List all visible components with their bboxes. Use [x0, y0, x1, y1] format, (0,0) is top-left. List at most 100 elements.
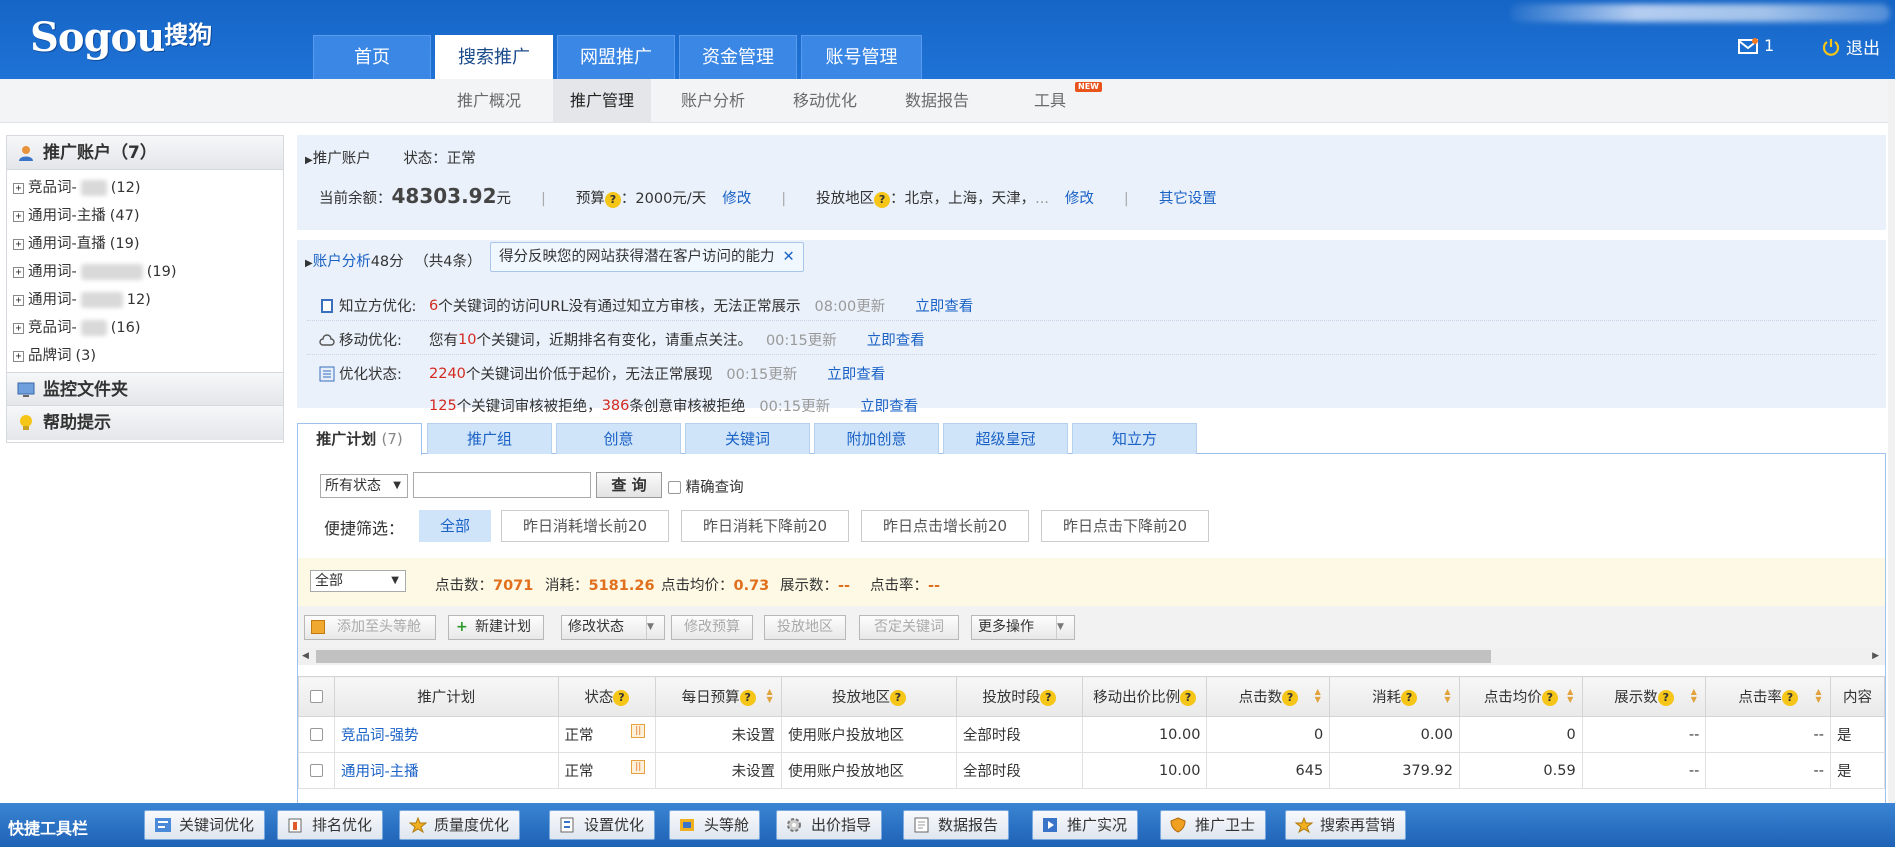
horizontal-scrollbar[interactable]: ◀ ▶ [298, 648, 1885, 665]
col-content[interactable]: 内容 [1830, 676, 1885, 717]
tree-item[interactable]: + 通用词- 12) [13, 286, 283, 314]
filter-click-decrease[interactable]: 昨日点击下降前20 [1041, 510, 1209, 542]
subnav-mobile[interactable]: 移动优化 [778, 79, 872, 122]
budget-modify-link[interactable]: 修改 [722, 187, 751, 208]
filter-cost-increase[interactable]: 昨日消耗增长前20 [501, 510, 669, 542]
promotion-guard-button[interactable]: 推广卫士 [1160, 810, 1267, 840]
col-mobile-ratio[interactable]: 移动出价比例? [1081, 676, 1208, 717]
tree-item[interactable]: + 竞品词- (16) [13, 314, 283, 342]
help-icon[interactable]: ? [739, 690, 756, 706]
negative-keywords-button[interactable]: 否定关键词 [859, 615, 959, 640]
new-plan-button[interactable]: + 新建计划 [448, 615, 544, 640]
scrollbar-thumb[interactable] [316, 650, 1491, 663]
view-now-link[interactable]: 立即查看 [915, 295, 973, 316]
help-icon[interactable]: ? [1541, 690, 1558, 706]
subnav-report[interactable]: 数据报告 [890, 79, 984, 122]
tree-item[interactable]: + 竞品词- (12) [13, 174, 283, 202]
settings-optimize-button[interactable]: 设置优化 [549, 810, 656, 840]
other-settings-link[interactable]: 其它设置 [1159, 187, 1217, 208]
col-ctr[interactable]: 点击率? ▲ ▼ [1705, 676, 1831, 717]
sogou-logo[interactable]: Sogou搜狗 [30, 14, 212, 61]
region-button[interactable]: 投放地区 [764, 615, 846, 640]
subnav-overview[interactable]: 推广概况 [442, 79, 536, 122]
help-icon[interactable]: ? [889, 690, 906, 706]
help-icon[interactable]: ? [1781, 690, 1798, 706]
row-select[interactable] [298, 752, 335, 789]
main-nav-home[interactable]: 首页 [313, 35, 431, 79]
col-cpc[interactable]: 点击均价? ▲ ▼ [1458, 676, 1583, 717]
query-button[interactable]: 查 询 [596, 472, 662, 498]
exact-query[interactable]: 精确查询 [668, 476, 744, 497]
keyword-optimize-button[interactable]: 关键词优化 [144, 810, 266, 840]
tab-creatives[interactable]: 创意 [556, 423, 681, 454]
expand-icon[interactable]: + [13, 266, 24, 278]
help-icon[interactable]: ? [874, 192, 891, 208]
remarketing-button[interactable]: 搜索再营销 [1285, 810, 1407, 840]
more-actions-dropdown[interactable]: 更多操作 ▼ [971, 615, 1075, 640]
tab-knowledge-cube[interactable]: 知立方 [1072, 423, 1197, 454]
pause-icon[interactable]: || [631, 760, 646, 774]
view-now-link[interactable]: 立即查看 [827, 363, 885, 384]
help-icon[interactable]: ? [1657, 690, 1674, 706]
filter-all[interactable]: 全部 [419, 510, 491, 542]
add-to-first-class-button[interactable]: 添加至头等舱 [304, 615, 436, 640]
modify-status-dropdown[interactable]: 修改状态 ▼ [561, 615, 665, 640]
row-checkbox[interactable] [309, 763, 323, 777]
sort-icon[interactable]: ▲ ▼ [1567, 688, 1574, 704]
main-nav-search-promotion[interactable]: 搜索推广 [435, 35, 553, 79]
help-icon[interactable]: ? [1401, 690, 1418, 706]
tree-item[interactable]: + 通用词-主播 (47) [13, 202, 283, 230]
filter-cost-decrease[interactable]: 昨日消耗下降前20 [681, 510, 849, 542]
col-region[interactable]: 投放地区? [781, 676, 957, 717]
help-icon[interactable]: ? [1040, 690, 1057, 706]
search-input[interactable] [413, 472, 591, 498]
col-clicks[interactable]: 点击数? ▲ ▼ [1206, 676, 1331, 717]
data-report-button[interactable]: 数据报告 [903, 810, 1010, 840]
sort-icon[interactable]: ▲ ▼ [1444, 688, 1451, 704]
rank-optimize-button[interactable]: 排名优化 [277, 810, 384, 840]
tree-item[interactable]: + 通用词- (19) [13, 258, 283, 286]
help-icon[interactable]: ? [604, 192, 621, 208]
subnav-management[interactable]: 推广管理 [553, 79, 651, 122]
account-tree-header[interactable]: 推广账户（7） [7, 136, 283, 170]
page-scrollbar[interactable] [1888, 79, 1895, 803]
tab-extensions[interactable]: 附加创意 [814, 423, 939, 454]
analysis-link[interactable]: 账户分析 [313, 254, 371, 270]
col-impressions[interactable]: 展示数? ▲ ▼ [1581, 676, 1707, 717]
main-nav-account[interactable]: 账号管理 [801, 35, 922, 79]
help-icon[interactable]: ? [1180, 690, 1197, 706]
tab-super-crown[interactable]: 超级皇冠 [943, 423, 1068, 454]
col-schedule[interactable]: 投放时段? [955, 676, 1083, 717]
tree-item[interactable]: + 品牌词 (3) [13, 342, 283, 370]
close-icon[interactable]: ✕ [783, 249, 795, 265]
row-select[interactable] [298, 716, 335, 753]
sort-icon[interactable]: ▲ ▼ [1815, 688, 1822, 704]
expand-icon[interactable]: + [13, 182, 24, 194]
view-now-link[interactable]: 立即查看 [860, 395, 918, 416]
col-status[interactable]: 状态? [557, 676, 657, 717]
col-daily-budget[interactable]: 每日预算? ▲ ▼ [655, 676, 783, 717]
status-select[interactable]: 所有状态 ▼ [320, 474, 408, 498]
monitor-folder-header[interactable]: 监控文件夹 [7, 372, 283, 406]
col-plan[interactable]: 推广计划 [333, 676, 559, 717]
sort-icon[interactable]: ▲ ▼ [1314, 688, 1321, 704]
tab-keywords[interactable]: 关键词 [685, 423, 810, 454]
main-nav-funds[interactable]: 资金管理 [679, 35, 797, 79]
tab-campaigns[interactable]: 推广计划 (7) [297, 423, 422, 455]
mail-button[interactable]: 1 [1738, 36, 1774, 55]
select-all-header[interactable] [298, 676, 335, 717]
subnav-analysis[interactable]: 账户分析 [666, 79, 760, 122]
col-cost[interactable]: 消耗? ▲ ▼ [1329, 676, 1460, 717]
first-class-button[interactable]: 头等舱 [669, 810, 761, 840]
select-all-checkbox[interactable] [309, 689, 323, 703]
subnav-tools[interactable]: 工具 NEW [1020, 79, 1102, 122]
help-icon[interactable]: ? [1282, 690, 1299, 706]
region-modify-link[interactable]: 修改 [1065, 187, 1094, 208]
help-icon[interactable]: ? [613, 690, 630, 706]
scope-select[interactable]: 全部 ▼ [310, 570, 406, 592]
modify-budget-button[interactable]: 修改预算 [671, 615, 753, 640]
view-now-link[interactable]: 立即查看 [867, 329, 925, 350]
logout-button[interactable]: 退出 [1822, 34, 1880, 59]
plan-name-link[interactable]: 通用词-主播 [333, 752, 559, 789]
main-nav-union-promotion[interactable]: 网盟推广 [557, 35, 675, 79]
